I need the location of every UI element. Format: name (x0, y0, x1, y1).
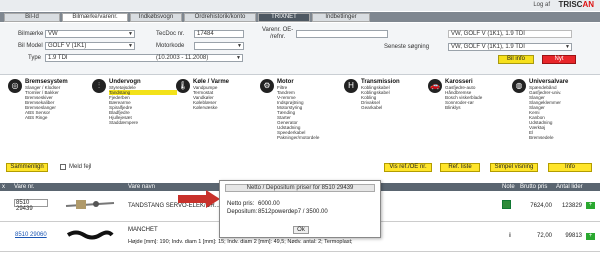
tab-bil-id[interactable]: Bil-Id (4, 13, 60, 22)
add-to-cart-icon[interactable]: + (586, 202, 595, 210)
category-item[interactable]: Staddæmpere (109, 120, 177, 125)
netto-value: 6000.00 (258, 201, 280, 207)
tab-trixnet[interactable]: TRIXNET (258, 13, 310, 22)
category-item[interactable]: Kølervæske (193, 105, 261, 110)
netto-price-popup: Netto / Depositum priser for 8510 29439 … (219, 180, 381, 238)
chevron-down-icon: ▼ (565, 44, 570, 50)
chevron-down-icon: ▼ (236, 55, 241, 61)
ref-liste-button[interactable]: Ref. liste (440, 163, 480, 172)
varenr-link[interactable]: 8510 29060 (14, 232, 48, 240)
bilmaerke-label: Bilmærke (18, 31, 44, 37)
brutto-price: 7624,00 (518, 191, 554, 222)
varenr-label: Varenr. OE- (262, 27, 294, 33)
popup-title: Netto / Depositum priser for 8510 29439 (225, 184, 375, 192)
steering-rack-image (65, 199, 115, 209)
motorkode-label: Motorkode (156, 43, 185, 49)
search-panel: Bilmærke VW ▼ Bil Model GOLF V (1K1) ▼ Typ… (0, 23, 600, 75)
chevron-down-icon: ▼ (128, 43, 133, 49)
seneste-select[interactable]: VW, GOLF V (1K1), 1.9 TDI ▼ (448, 43, 572, 51)
bilmaerke-select[interactable]: VW ▼ (45, 30, 135, 38)
column-header (60, 183, 126, 191)
type-select[interactable]: 1.9 TDI (10.2003 - 11.2008) ▼ (45, 54, 243, 62)
triscan-logo: TRISCAN (558, 0, 594, 9)
column-header: Note (500, 183, 518, 191)
red-arrow-icon (178, 190, 220, 208)
simpel-visning-button[interactable]: Simpel visning (490, 163, 538, 172)
bilmodel-label: Bil Model (18, 43, 43, 49)
depositum-value: 8512powerdep7 / 3500.00 (258, 209, 328, 215)
info-icon[interactable]: i (500, 221, 518, 252)
sammenlign-button[interactable]: Sammenlign (6, 163, 48, 172)
engine-icon: ⚙ (260, 79, 274, 93)
product-detail: Højde [mm]: 190; Indv. diam 1 [mm]: 15; … (128, 239, 353, 245)
logout-link[interactable]: Log af (533, 2, 550, 8)
vis-ref-button[interactable]: Vis ref./OE nr. (384, 163, 432, 172)
globe-icon: ◍ (512, 79, 526, 93)
category-item[interactable]: Bremsedele (529, 135, 597, 140)
column-header: Brutto pris (518, 183, 554, 191)
category-panel: ◎ Bremsesystem Slanger / Klodser Tromler… (0, 77, 600, 157)
vehicle-display: VW, GOLF V (1K1), 1.9 TDI (448, 30, 572, 38)
recycle-icon (502, 200, 511, 210)
ok-button[interactable]: Ok (293, 226, 309, 234)
meld-fejl-label: Meld fejl (69, 164, 92, 170)
motorkode-select[interactable]: ▼ (194, 42, 244, 50)
tab-indbetlinger[interactable]: Indbetlinger (312, 13, 370, 22)
chevron-down-icon: ▼ (237, 43, 242, 49)
boot-image (66, 230, 114, 240)
category-item[interactable]: ABS Ringe (25, 115, 93, 120)
chevron-down-icon: ▼ (128, 31, 133, 37)
varenr-input[interactable] (296, 30, 388, 38)
varenr-label-2: /refnr. (270, 34, 286, 40)
column-header: Antal lider (554, 183, 584, 191)
main-tabs: Bil-Id Bilmærke/varenr. Indkøbsvogn Ordr… (0, 12, 600, 22)
nyt-button[interactable]: Nyt (542, 55, 576, 64)
shock-absorber-icon: ⫶ (92, 79, 106, 93)
add-to-cart-icon[interactable]: + (586, 232, 595, 240)
category-item[interactable]: Pakninger/motordele (277, 135, 345, 140)
bilmodel-select[interactable]: GOLF V (1K1) ▼ (45, 42, 135, 50)
netto-label: Netto pris: (227, 201, 255, 207)
info-button[interactable]: Info (548, 163, 592, 172)
disc-brake-icon: ◎ (8, 79, 22, 93)
top-bar: Log af TRISCAN (0, 0, 600, 11)
type-label: Type (28, 55, 42, 61)
category-item[interactable]: Gearkabel (361, 105, 429, 110)
stock-count: 123829 (554, 191, 584, 222)
varenr-cell[interactable]: 8510 29439 (14, 199, 48, 212)
tab-indkobsvogn[interactable]: Indkøbsvogn (130, 13, 182, 22)
tab-ordrehistorik[interactable]: Ordrehistorik/konto (184, 13, 256, 22)
column-header: Vare nr. (12, 183, 60, 191)
tecdoc-label: TecDoc nr. (156, 31, 185, 37)
seneste-label: Seneste søgning (384, 44, 430, 50)
car-body-icon: 🚗 (428, 79, 442, 93)
thermometer-icon: 🌡 (176, 79, 190, 93)
column-header: x (0, 183, 12, 191)
stock-count: 99813 (554, 221, 584, 252)
tab-bilmaerke[interactable]: Bilmærke/varenr. (62, 13, 128, 22)
category-item[interactable]: Blinklys (445, 105, 513, 110)
brutto-price: 72,00 (518, 221, 554, 252)
gearbox-icon: H (344, 79, 358, 93)
meld-fejl-checkbox[interactable] (60, 164, 66, 170)
bil-info-button[interactable]: Bil info (498, 55, 534, 64)
depositum-label: Depositum: (227, 209, 258, 215)
tecdoc-input[interactable]: 17484 (194, 30, 244, 38)
